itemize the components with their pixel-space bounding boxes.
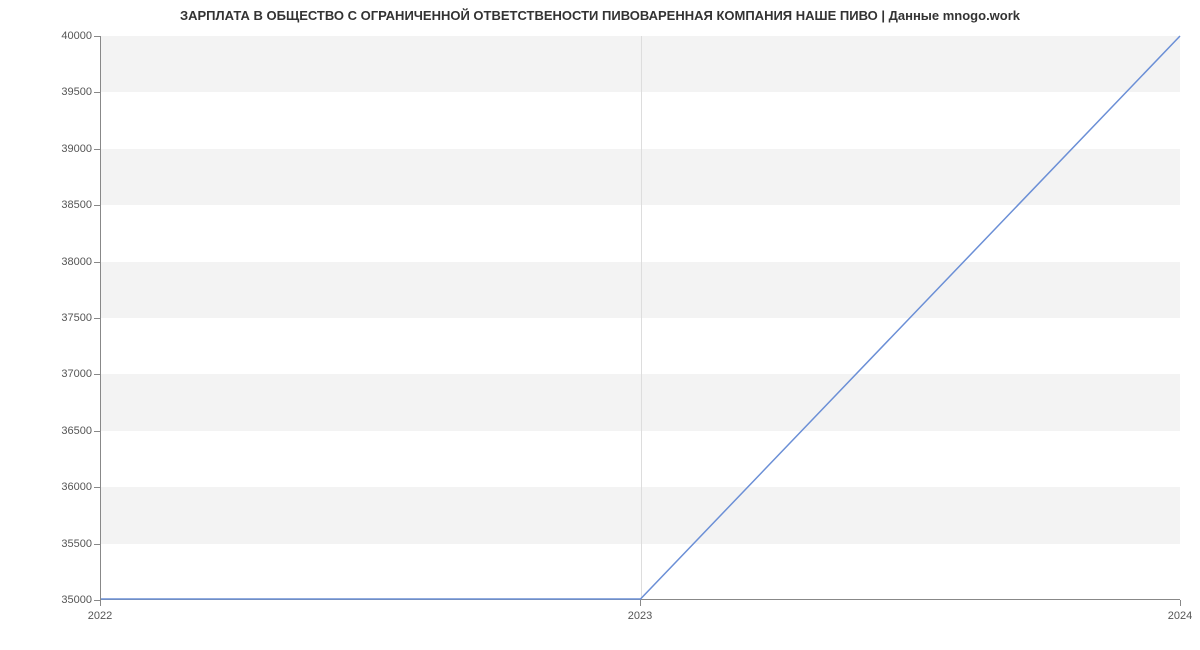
y-tick-label: 35500 [2, 538, 92, 550]
x-tick-label: 2022 [88, 610, 112, 622]
y-tick-label: 35000 [2, 594, 92, 606]
salary-chart: ЗАРПЛАТА В ОБЩЕСТВО С ОГРАНИЧЕННОЙ ОТВЕТ… [0, 0, 1200, 650]
series-line [101, 36, 1180, 599]
x-tick-mark [100, 600, 101, 606]
y-tick-label: 36000 [2, 481, 92, 493]
y-tick-label: 40000 [2, 30, 92, 42]
x-tick-mark [1180, 600, 1181, 606]
y-tick-label: 37000 [2, 368, 92, 380]
x-tick-label: 2023 [628, 610, 652, 622]
x-tick-mark [640, 600, 641, 606]
y-tick-label: 36500 [2, 425, 92, 437]
line-layer [101, 36, 1180, 599]
y-tick-label: 39500 [2, 86, 92, 98]
y-tick-label: 39000 [2, 143, 92, 155]
y-tick-label: 38500 [2, 199, 92, 211]
y-tick-label: 37500 [2, 312, 92, 324]
y-tick-label: 38000 [2, 256, 92, 268]
x-tick-label: 2024 [1168, 610, 1192, 622]
plot-area [100, 36, 1180, 600]
chart-title: ЗАРПЛАТА В ОБЩЕСТВО С ОГРАНИЧЕННОЙ ОТВЕТ… [0, 8, 1200, 23]
